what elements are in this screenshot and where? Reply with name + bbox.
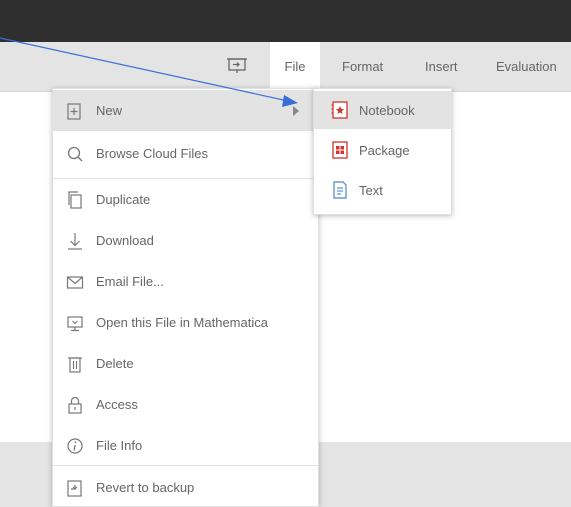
file-menu-item-download[interactable]: Download: [53, 220, 318, 261]
new-submenu-package-label: Package: [359, 143, 410, 158]
file-menu-item-new-label: New: [96, 103, 123, 118]
new-submenu-text-label: Text: [359, 183, 383, 198]
search-icon: [67, 146, 83, 162]
file-menu-item-email-label: Email File...: [96, 274, 164, 289]
new-submenu-item-notebook[interactable]: Notebook: [314, 91, 451, 129]
new-notebook-icon: [67, 103, 81, 120]
file-menu-item-revert-to-backup[interactable]: Revert to backup: [53, 467, 318, 507]
file-menu-item-delete[interactable]: Delete: [53, 343, 318, 384]
file-menu-item-browse-label: Browse Cloud Files: [96, 146, 208, 161]
menu-bar: File Format Insert Evaluation: [0, 42, 571, 92]
new-submenu-item-package[interactable]: Package: [314, 131, 451, 169]
email-icon: [66, 276, 84, 289]
presenter-tools-icon[interactable]: [226, 56, 248, 74]
new-submenu: Notebook Package Text: [313, 88, 452, 215]
text-file-icon: [333, 181, 347, 199]
file-menu-item-access[interactable]: Access: [53, 384, 318, 425]
file-menu-item-revert-label: Revert to backup: [96, 480, 195, 495]
menu-insert-label: Insert: [425, 59, 458, 74]
file-menu-item-email-file[interactable]: Email File...: [53, 261, 318, 302]
lock-icon: [68, 396, 82, 414]
new-submenu-notebook-label: Notebook: [359, 103, 415, 118]
info-icon: [67, 438, 83, 454]
revert-icon: [67, 480, 82, 497]
notebook-icon: [331, 101, 348, 119]
window-titlebar: [0, 0, 571, 42]
package-icon: [332, 141, 348, 159]
menu-file[interactable]: File: [270, 42, 320, 92]
open-desktop-icon: [67, 316, 83, 332]
file-menu-item-download-label: Download: [96, 233, 154, 248]
file-menu-item-open-in-mathematica[interactable]: Open this File in Mathematica: [53, 302, 318, 343]
file-menu-item-file-info[interactable]: File Info: [53, 425, 318, 466]
submenu-arrow-icon: [293, 106, 299, 116]
menu-insert[interactable]: Insert: [425, 42, 458, 92]
file-menu-item-file-info-label: File Info: [96, 438, 143, 453]
file-menu-item-access-label: Access: [96, 397, 138, 412]
trash-icon: [68, 357, 82, 373]
menu-format[interactable]: Format: [342, 42, 383, 92]
menu-separator: [53, 465, 318, 466]
file-menu-item-open-label: Open this File in Mathematica: [96, 315, 268, 330]
file-menu-item-duplicate[interactable]: Duplicate: [53, 179, 318, 220]
download-icon: [68, 233, 82, 250]
file-menu-item-browse-cloud-files[interactable]: Browse Cloud Files: [53, 133, 318, 174]
menu-file-label: File: [284, 59, 306, 74]
file-menu: New Browse Cloud Files Duplicate Downloa…: [52, 88, 319, 507]
menu-evaluation[interactable]: Evaluation: [496, 42, 557, 92]
file-menu-item-new[interactable]: New: [53, 90, 318, 131]
menu-format-label: Format: [342, 59, 384, 74]
duplicate-icon: [68, 191, 82, 209]
file-menu-item-duplicate-label: Duplicate: [96, 192, 151, 207]
file-menu-item-delete-label: Delete: [96, 356, 134, 371]
new-submenu-item-text[interactable]: Text: [314, 171, 451, 209]
menu-evaluation-label: Evaluation: [496, 59, 557, 74]
